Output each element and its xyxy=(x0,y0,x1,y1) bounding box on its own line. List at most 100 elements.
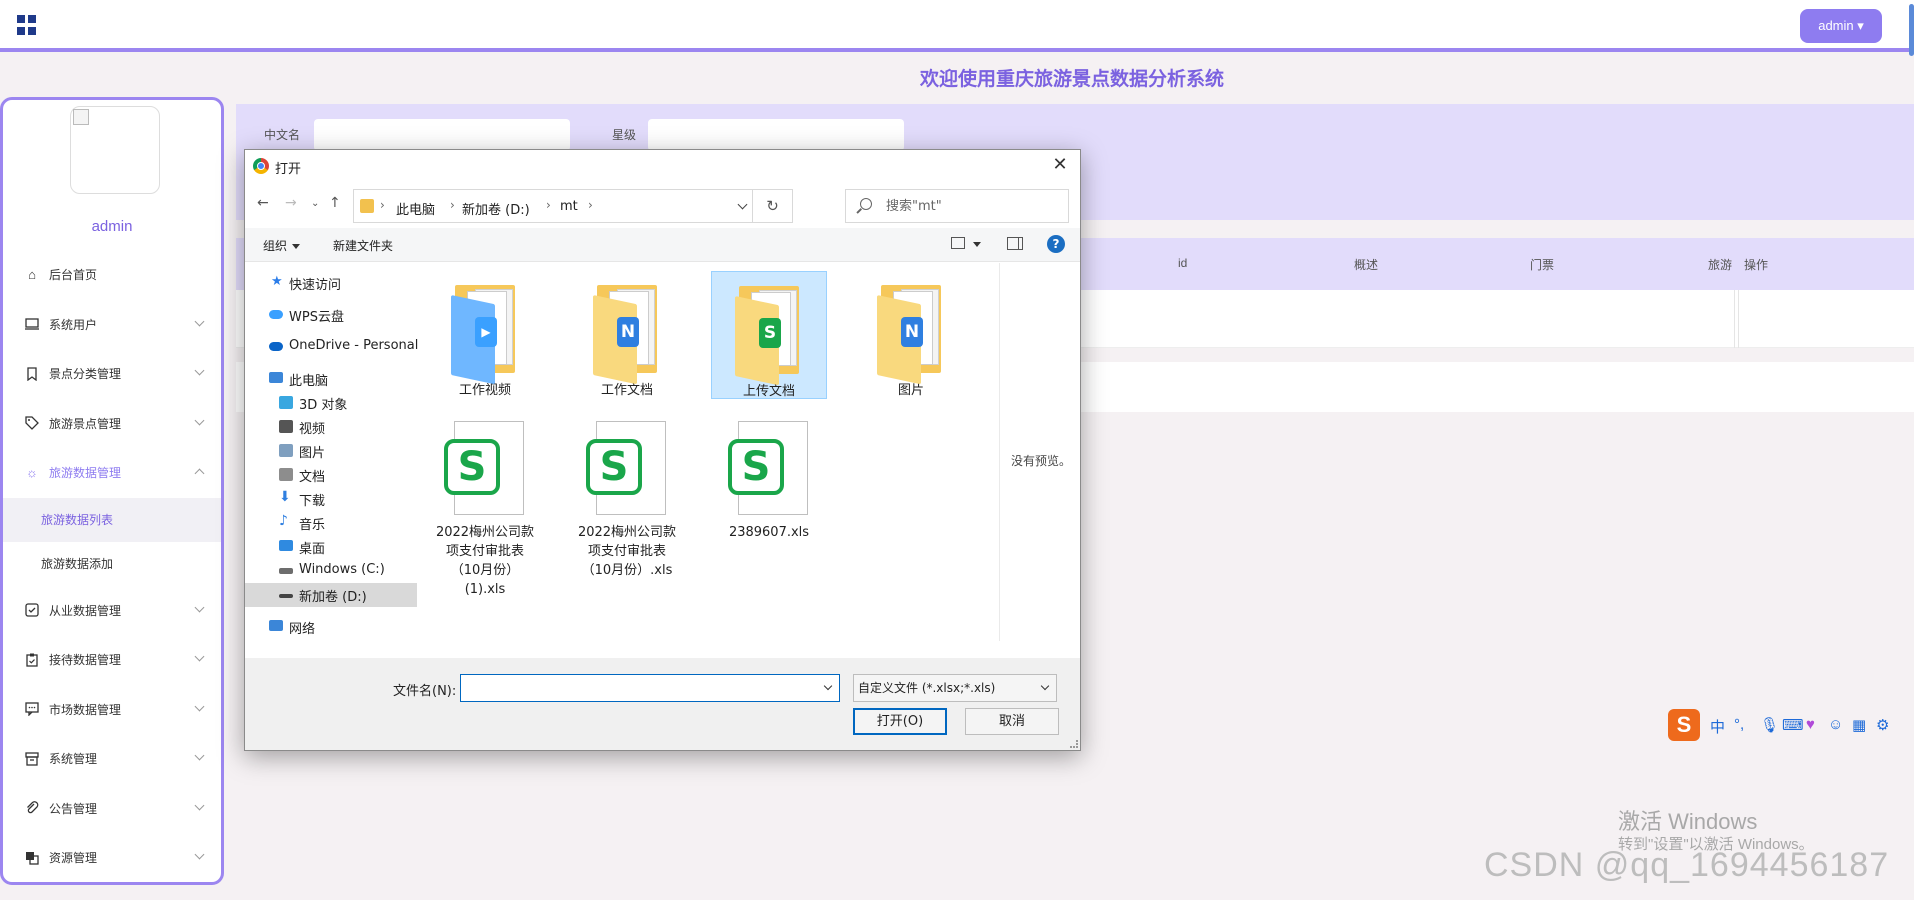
help-icon[interactable]: ? xyxy=(1047,235,1065,253)
chevron-down-icon[interactable] xyxy=(823,681,833,691)
nav-item-documents[interactable]: 文档 xyxy=(245,463,417,487)
nav-item-drive-c[interactable]: Windows (C:) xyxy=(245,559,417,583)
navigation-pane: ★ 快速访问 WPS云盘 OneDrive - Personal 此电脑 3D 对… xyxy=(245,263,419,641)
search-icon xyxy=(860,198,872,210)
nav-item-wps-cloud[interactable]: WPS云盘 xyxy=(245,303,417,327)
nav-item-videos[interactable]: 视频 xyxy=(245,415,417,439)
file-name: 上传文档 xyxy=(742,384,795,399)
sidebar-item-employment[interactable]: 从业数据管理 xyxy=(3,586,221,636)
file-item[interactable]: S 2389607.xls xyxy=(711,411,827,571)
archive-icon xyxy=(23,751,41,767)
folder-search-input[interactable] xyxy=(886,196,1056,216)
breadcrumb-mt[interactable]: mt xyxy=(560,199,578,214)
close-icon[interactable]: ✕ xyxy=(1048,154,1072,178)
sidebar-item-resource[interactable]: 资源管理 xyxy=(3,833,221,882)
folder-item[interactable]: N 工作文档 xyxy=(569,271,685,399)
caret-down-icon[interactable] xyxy=(973,242,981,247)
settings-icon[interactable]: ⚙ xyxy=(1876,716,1889,734)
filename-input[interactable] xyxy=(460,674,840,702)
resize-grip-icon[interactable] xyxy=(1070,740,1078,748)
admin-dropdown-button[interactable]: admin ▾ xyxy=(1800,9,1882,43)
caret-down-icon xyxy=(292,244,301,249)
sidebar-item-scenic[interactable]: 旅游景点管理 xyxy=(3,399,221,449)
folder-item-selected[interactable]: S 上传文档 xyxy=(711,271,827,399)
keyboard-icon[interactable]: ⌨ xyxy=(1782,716,1804,734)
file-item[interactable]: S 2022梅州公司款项支付审批表（10月份）(1).xls xyxy=(427,411,543,597)
nav-item-label: OneDrive - Personal xyxy=(289,338,419,353)
sidebar-item-label: 系统用户 xyxy=(49,317,98,332)
scrollbar[interactable] xyxy=(1909,4,1914,56)
drive-icon xyxy=(279,568,293,574)
ime-mode-toggle[interactable]: 中 xyxy=(1710,716,1725,737)
document-folder-icon: N xyxy=(593,281,661,385)
column-divider xyxy=(1734,290,1735,348)
sun-icon: ☼ xyxy=(26,465,38,481)
video-folder-icon: ▶ xyxy=(451,281,519,385)
sidebar-item-category[interactable]: 景点分类管理 xyxy=(3,349,221,399)
sidebar-item-system-users[interactable]: 系统用户 xyxy=(3,300,221,350)
nav-item-quick-access[interactable]: ★ 快速访问 xyxy=(245,271,417,295)
menu-grid-icon[interactable] xyxy=(17,15,37,35)
breadcrumb-this-pc[interactable]: 此电脑 xyxy=(396,199,435,218)
robot-icon[interactable]: ☺ xyxy=(1828,716,1843,733)
apps-grid-icon[interactable]: ▦ xyxy=(1852,716,1866,734)
new-folder-button[interactable]: 新建文件夹 xyxy=(333,237,393,254)
file-name: 2389607.xls xyxy=(728,525,810,540)
nav-item-drive-d[interactable]: 新加卷 (D:) xyxy=(245,583,417,607)
chevron-down-icon xyxy=(194,365,205,376)
address-bar[interactable]: › 此电脑 › 新加卷 (D:) › mt › ↻ xyxy=(353,189,793,223)
nav-item-network[interactable]: 网络 xyxy=(245,615,417,639)
breadcrumb-drive-d[interactable]: 新加卷 (D:) xyxy=(462,199,530,218)
organize-button[interactable]: 组织 xyxy=(263,237,301,254)
address-dropdown-icon[interactable] xyxy=(737,199,748,210)
view-options-icon[interactable] xyxy=(951,237,965,249)
name-input[interactable] xyxy=(314,119,570,151)
nav-item-pictures[interactable]: 图片 xyxy=(245,439,417,463)
sidebar-item-notice[interactable]: 公告管理 xyxy=(3,784,221,834)
sidebar-item-system[interactable]: 系统管理 xyxy=(3,734,221,784)
picture-folder-icon: N xyxy=(877,281,945,385)
sidebar-item-reception[interactable]: 接待数据管理 xyxy=(3,635,221,685)
nav-item-label: 网络 xyxy=(289,622,316,637)
refresh-icon[interactable]: ↻ xyxy=(752,190,792,222)
level-input[interactable] xyxy=(648,119,904,151)
page-title: 欢迎使用重庆旅游景点数据分析系统 xyxy=(919,69,1224,90)
column-divider xyxy=(1738,290,1739,348)
punctuation-toggle[interactable]: °, xyxy=(1734,716,1744,733)
dialog-footer: 文件名(N): 自定义文件 (*.xlsx;*.xls) 打开(O) 取消 xyxy=(245,658,1080,750)
sidebar-item-label: 市场数据管理 xyxy=(49,702,122,717)
recent-dropdown-icon[interactable]: ⌄ xyxy=(311,198,319,209)
forward-arrow-icon[interactable]: → xyxy=(285,195,297,211)
column-header-id: id xyxy=(1178,256,1188,270)
open-button[interactable]: 打开(O) xyxy=(853,708,947,735)
file-item[interactable]: S 2022梅州公司款项支付审批表（10月份）.xls xyxy=(569,411,685,578)
preview-pane-icon[interactable] xyxy=(1007,237,1023,250)
picture-icon xyxy=(279,444,293,457)
nav-item-this-pc[interactable]: 此电脑 xyxy=(245,367,417,391)
nav-item-3d-objects[interactable]: 3D 对象 xyxy=(245,391,417,415)
sidebar: admin ⌂ 后台首页 系统用户 景点分类管理 旅游景点管理 ☼ 旅游数据管理… xyxy=(0,97,224,885)
bookmark-icon xyxy=(23,366,41,382)
sogou-logo-icon[interactable]: S xyxy=(1668,709,1700,741)
sidebar-item-tourism-data[interactable]: ☼ 旅游数据管理 xyxy=(3,448,221,498)
folder-item[interactable]: ▶ 工作视频 xyxy=(427,271,543,399)
microphone-icon[interactable]: 🎙 xyxy=(1760,716,1779,734)
home-icon: ⌂ xyxy=(28,267,36,283)
folder-item[interactable]: N 图片 xyxy=(853,271,969,399)
sidebar-item-home[interactable]: ⌂ 后台首页 xyxy=(3,250,221,300)
cloud-icon xyxy=(269,310,283,319)
skin-icon[interactable]: ♥ xyxy=(1806,716,1815,733)
cancel-button[interactable]: 取消 xyxy=(965,708,1059,735)
up-arrow-icon[interactable]: ↑ xyxy=(329,195,341,211)
nav-item-music[interactable]: ♪ 音乐 xyxy=(245,511,417,535)
nav-item-label: 下载 xyxy=(299,494,326,509)
back-arrow-icon[interactable]: ← xyxy=(257,195,269,211)
nav-item-onedrive[interactable]: OneDrive - Personal xyxy=(245,335,419,359)
file-type-filter[interactable]: 自定义文件 (*.xlsx;*.xls) xyxy=(853,674,1057,702)
column-header-tourism: 旅游 xyxy=(1708,258,1732,272)
sidebar-item-market[interactable]: 市场数据管理 xyxy=(3,685,221,735)
nav-item-desktop[interactable]: 桌面 xyxy=(245,535,417,559)
sidebar-subitem-tourism-add[interactable]: 旅游数据添加 xyxy=(3,542,221,586)
nav-item-downloads[interactable]: ⬇ 下载 xyxy=(245,487,417,511)
sidebar-subitem-tourism-list[interactable]: 旅游数据列表 xyxy=(3,497,221,542)
